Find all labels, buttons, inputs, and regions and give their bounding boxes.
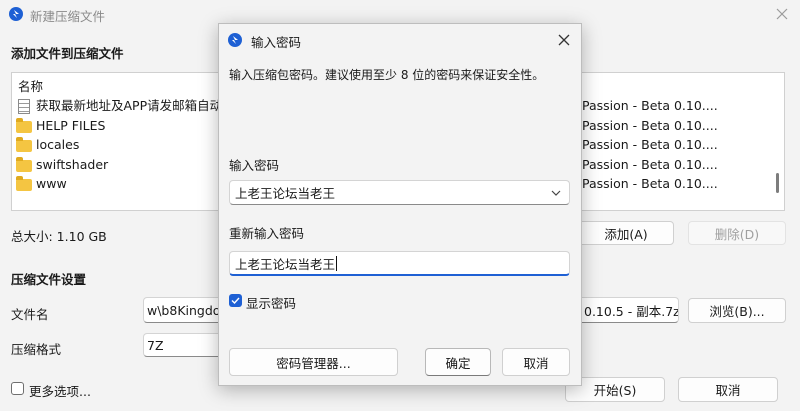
folder-icon <box>16 156 32 172</box>
more-options-checkbox[interactable] <box>11 382 24 395</box>
close-icon[interactable] <box>771 3 793 25</box>
delete-button[interactable]: 删除(D) <box>688 221 786 245</box>
app-logo-icon <box>9 7 23 21</box>
folder-icon <box>16 117 32 133</box>
password-label: 输入密码 <box>229 158 280 173</box>
add-button[interactable]: 添加(A) <box>578 221 674 245</box>
format-label: 压缩格式 <box>11 342 62 357</box>
browse-button[interactable]: 浏览(B)... <box>688 298 786 323</box>
list-item-detail: Passion - Beta 0.10.... <box>582 98 718 113</box>
dialog-title: 输入密码 <box>251 35 302 50</box>
password-dialog: 输入密码 输入压缩包密码。建议使用至少 8 位的密码来保证安全性。 输入密码 上… <box>218 23 582 386</box>
settings-section-title: 压缩文件设置 <box>11 272 87 287</box>
folder-icon <box>16 175 32 191</box>
list-item-detail: Passion - Beta 0.10.... <box>582 118 718 133</box>
total-size: 总大小: 1.10 GB <box>11 229 107 244</box>
folder-icon <box>16 136 32 152</box>
dialog-close-icon[interactable] <box>553 29 575 51</box>
list-item[interactable]: locales <box>16 135 79 154</box>
list-item-detail: Passion - Beta 0.10.... <box>582 157 718 172</box>
scrollbar-thumb[interactable] <box>776 173 779 193</box>
show-password-label[interactable]: 显示密码 <box>246 293 296 312</box>
list-item-detail: Passion - Beta 0.10.... <box>582 176 718 191</box>
reenter-password-input[interactable]: 上老王论坛当老王 <box>229 251 570 276</box>
list-item[interactable]: HELP FILES <box>16 116 105 135</box>
chevron-down-icon[interactable] <box>551 190 561 196</box>
reenter-password-label: 重新输入密码 <box>229 226 305 241</box>
more-options-label[interactable]: 更多选项... <box>29 381 91 400</box>
password-manager-button[interactable]: 密码管理器... <box>229 348 398 376</box>
dialog-logo-icon <box>228 33 242 47</box>
text-cursor <box>336 255 338 271</box>
show-password-checkbox[interactable] <box>229 294 242 307</box>
list-item[interactable]: 获取最新地址及APP请发邮箱自动 <box>16 96 222 115</box>
password-input[interactable]: 上老王论坛当老王 <box>229 180 570 205</box>
list-item[interactable]: swiftshader <box>16 155 108 174</box>
checkmark-icon <box>231 297 240 304</box>
filename-label: 文件名 <box>11 307 49 322</box>
dialog-description: 输入压缩包密码。建议使用至少 8 位的密码来保证安全性。 <box>229 68 545 82</box>
list-item-detail: Passion - Beta 0.10.... <box>582 137 718 152</box>
document-icon <box>18 99 30 114</box>
list-item[interactable]: www <box>16 174 67 193</box>
ok-button[interactable]: 确定 <box>425 348 491 376</box>
main-cancel-button[interactable]: 取消 <box>678 377 778 402</box>
add-section-title: 添加文件到压缩文件 <box>11 46 124 61</box>
window-title: 新建压缩文件 <box>30 9 106 24</box>
dialog-cancel-button[interactable]: 取消 <box>502 348 570 376</box>
column-header-name[interactable]: 名称 <box>18 77 43 96</box>
